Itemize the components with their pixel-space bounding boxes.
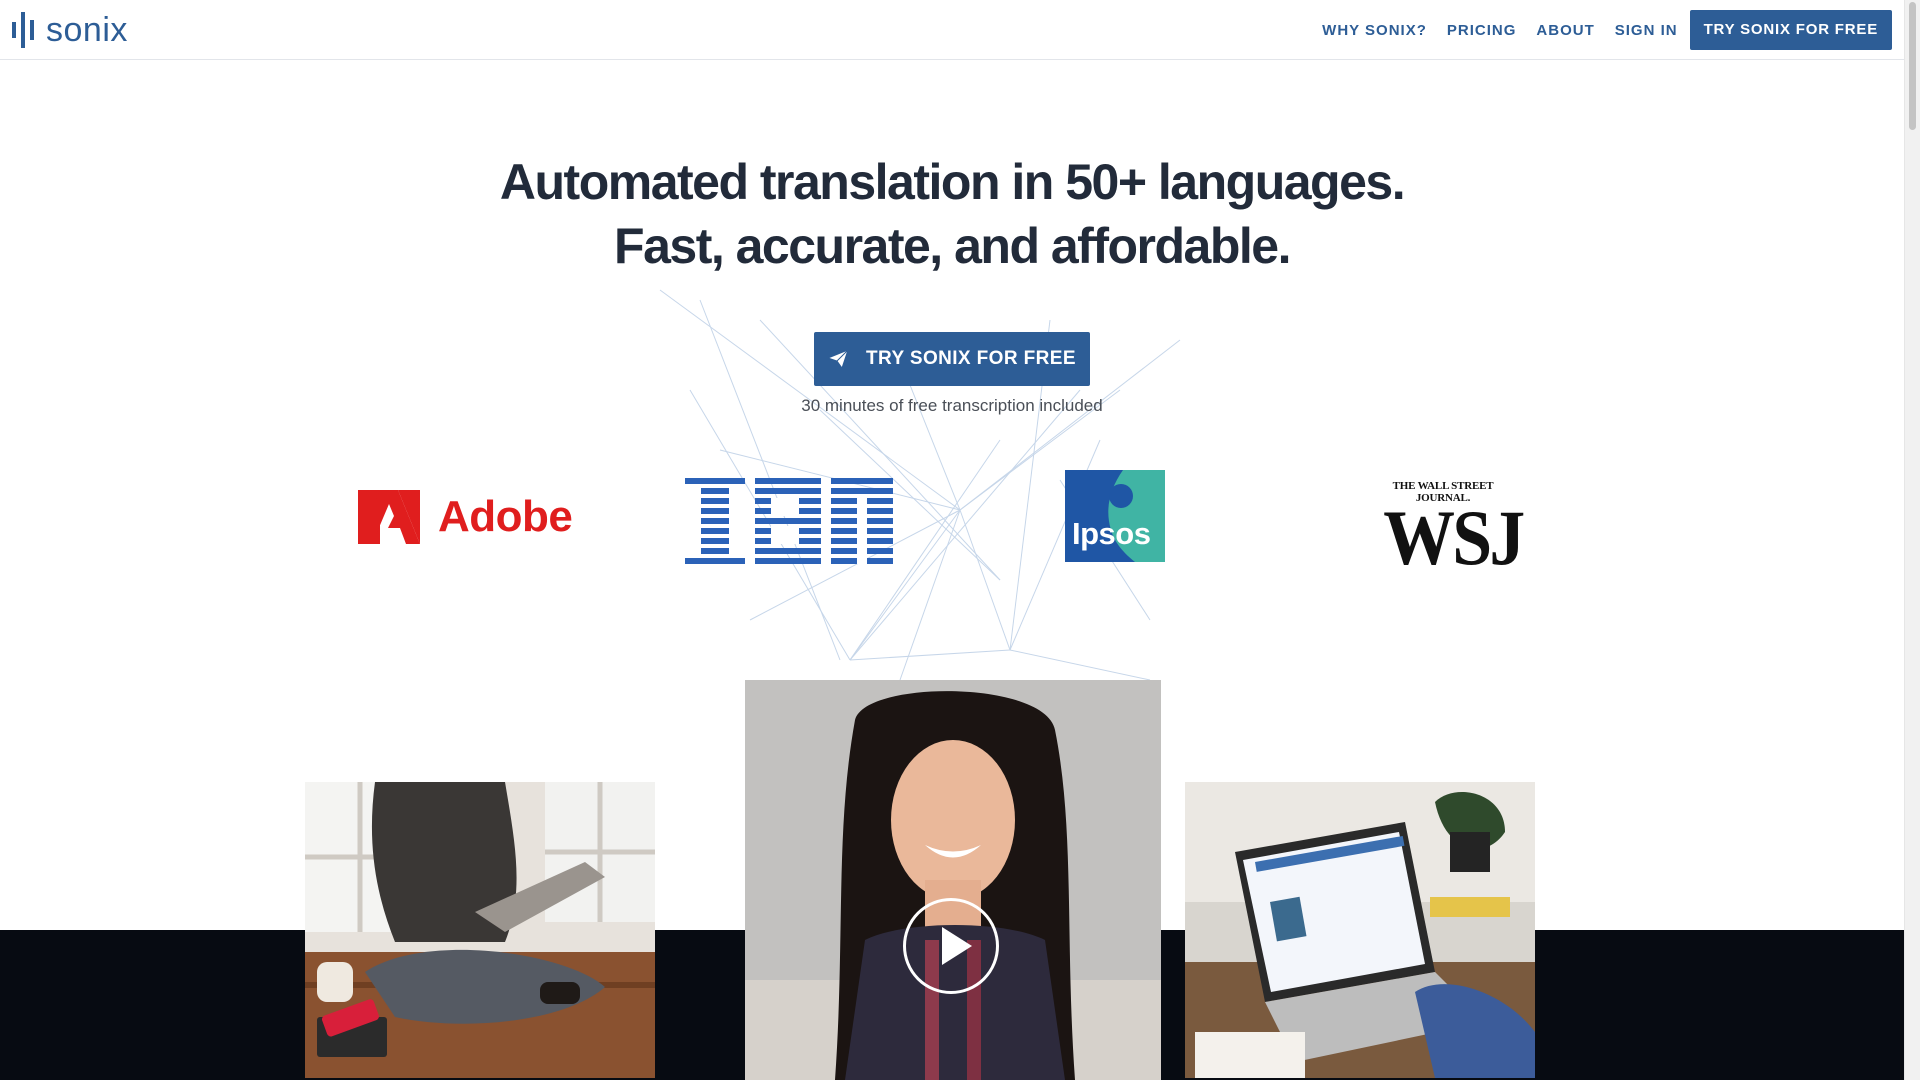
person-laptop-photo [305, 782, 655, 1078]
scrollbar-thumb[interactable] [1909, 2, 1916, 130]
nav-try-free-button[interactable]: TRY SONIX FOR FREE [1689, 10, 1892, 50]
promo-video-player[interactable] [745, 680, 1161, 1080]
nav-link-pricing[interactable]: PRICING [1447, 22, 1517, 39]
adobe-mark-icon [358, 490, 420, 544]
nav-link-sign-in[interactable]: SIGN IN [1615, 22, 1678, 39]
wsj-wordmark: WSJ [1383, 494, 1525, 581]
logo-text: sonix [46, 11, 128, 49]
adobe-wordmark: Adobe [438, 492, 573, 541]
laptop-app-photo [1185, 782, 1535, 1078]
sonix-logo[interactable]: sonix [12, 12, 128, 48]
play-icon[interactable] [903, 898, 999, 994]
adobe-logo: Adobe [358, 490, 573, 544]
free-minutes-note: 30 minutes of free transcription include… [801, 396, 1103, 415]
hero-title-line-1: Automated translation in 50+ languages. [499, 154, 1406, 210]
page-scrollbar[interactable] [1904, 0, 1920, 1080]
hero-try-free-button[interactable]: TRY SONIX FOR FREE [814, 332, 1090, 386]
wsj-logo: THE WALL STREET JOURNAL. WSJ [1378, 480, 1525, 581]
hero-cta-label: TRY SONIX FOR FREE [866, 348, 1076, 369]
ipsos-logo: Ipsos [1065, 470, 1165, 562]
paper-plane-icon [828, 350, 849, 368]
nav-link-why-sonix[interactable]: WHY SONIX? [1322, 22, 1427, 39]
nav-link-about[interactable]: ABOUT [1536, 22, 1594, 39]
ipsos-wordmark: Ipsos [1072, 516, 1151, 551]
hero-title: Automated translation in 50+ languages. … [0, 150, 1904, 278]
nav-links: WHY SONIX? PRICING ABOUT SIGN IN TRY SON… [1302, 0, 1892, 60]
customer-logos: Adobe Ipsos THE WALL STREET JOURNAL. WSJ [0, 470, 1904, 581]
hero-title-line-2: Fast, accurate, and affordable. [614, 218, 1291, 274]
top-navbar: sonix WHY SONIX? PRICING ABOUT SIGN IN T… [0, 0, 1904, 60]
sonix-bars-icon [12, 12, 34, 48]
ibm-logo [685, 478, 893, 564]
